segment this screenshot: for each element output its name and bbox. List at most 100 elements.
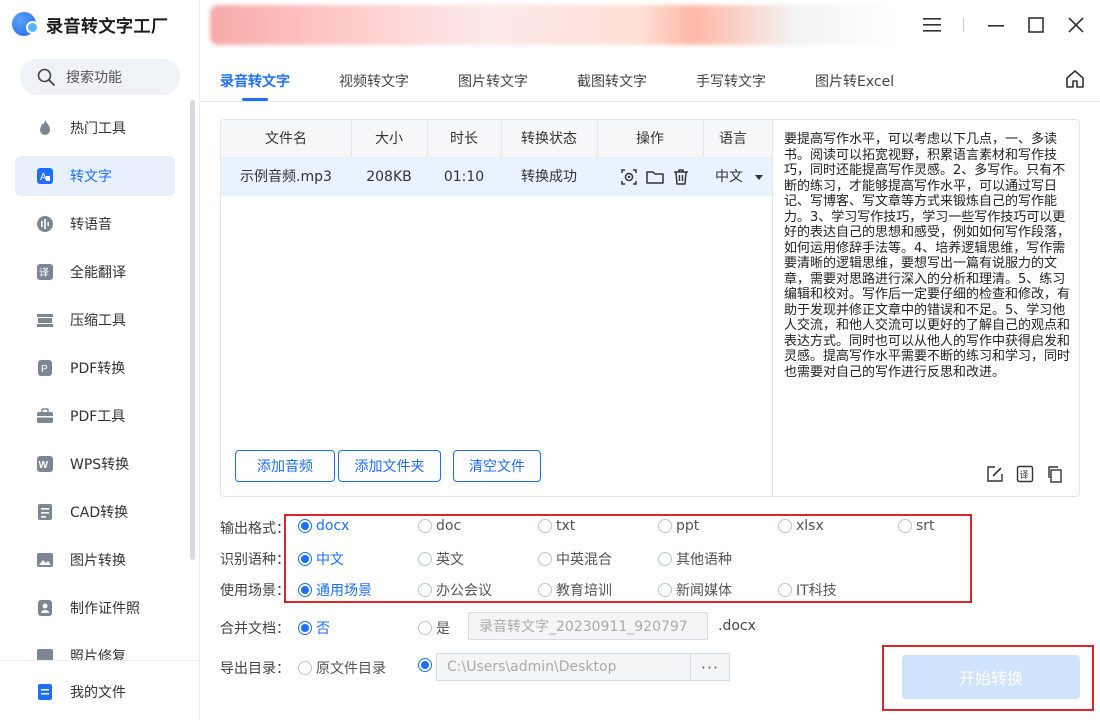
search-icon — [37, 68, 55, 86]
close-button[interactable] — [1064, 12, 1088, 38]
top-bar — [200, 0, 1100, 50]
wps-icon: W — [35, 454, 55, 474]
app-logo: 录音转文字工厂 — [12, 10, 169, 38]
column-header-actions: 操作 — [636, 131, 664, 147]
merge-file-extension: .docx — [718, 618, 756, 634]
search-button[interactable]: 搜索功能 — [20, 59, 180, 95]
sidebar-item-label: 图片转换 — [70, 553, 126, 569]
add-audio-button[interactable]: 添加音频 — [235, 450, 335, 482]
column-header-status: 转换状态 — [521, 131, 577, 147]
preview-icon[interactable] — [619, 167, 639, 187]
transcript-text[interactable]: 要提高写作水平，可以考虑以下几点，一、多读书。阅读可以拓宽视野，积累语言素材和写… — [784, 132, 1074, 432]
column-header-size: 大小 — [375, 131, 403, 147]
sidebar-item-text-convert[interactable]: A 转文字 — [15, 156, 175, 196]
maximize-button[interactable] — [1024, 12, 1048, 38]
start-convert-button[interactable]: 开始转换 — [902, 655, 1080, 699]
language-select[interactable]: 中文 — [715, 158, 743, 196]
sidebar-item-my-files[interactable]: 我的文件 — [15, 672, 175, 712]
export-option-custom-dir[interactable] — [418, 658, 436, 672]
sidebar-item-pdf-tools[interactable]: PDF工具 — [15, 396, 175, 436]
merge-option-yes[interactable]: 是 — [418, 618, 450, 638]
sidebar-item-label: 制作证件照 — [70, 601, 140, 617]
sidebar-item-pdf-convert[interactable]: P PDF转换 — [15, 348, 175, 388]
file-icon — [35, 682, 55, 702]
sidebar-item-image-convert[interactable]: 图片转换 — [15, 540, 175, 580]
start-highlight-box: 开始转换 — [882, 645, 1094, 711]
translate-icon: 译 — [35, 262, 55, 282]
sidebar-item-text-to-speech[interactable]: 转语音 — [15, 204, 175, 244]
toolbox-icon — [35, 406, 55, 426]
maximize-icon — [1028, 17, 1044, 33]
export-option-original-dir[interactable]: 原文件目录 — [298, 658, 386, 678]
sidebar-item-hot-tools[interactable]: 热门工具 — [15, 108, 175, 148]
app-logo-icon — [12, 12, 39, 36]
table-row[interactable]: 示例音频.mp3 208KB 01:10 转换成功 中文 — [221, 158, 772, 196]
merge-documents-label: 合并文档： — [220, 621, 290, 637]
sidebar-item-label: 压缩工具 — [70, 313, 126, 329]
file-duration: 01:10 — [443, 169, 485, 185]
sidebar-item-label: PDF工具 — [70, 409, 126, 425]
options-highlight-box — [284, 514, 972, 603]
merge-filename-input[interactable]: 录音转文字_20230911_920797 — [468, 612, 708, 640]
tab-screenshot-to-text[interactable]: 截图转文字 — [577, 71, 647, 91]
sidebar-item-id-photo[interactable]: 制作证件照 — [15, 588, 175, 628]
menu-button[interactable] — [920, 12, 944, 38]
column-header-filename: 文件名 — [265, 131, 307, 147]
file-list-pane: 文件名 大小 时长 转换状态 操作 语言 示例音频.mp3 208KB 01:1… — [221, 120, 773, 496]
sidebar-item-label: CAD转换 — [70, 505, 129, 521]
app-title: 录音转文字工厂 — [46, 16, 169, 37]
tab-video-to-text[interactable]: 视频转文字 — [339, 71, 409, 91]
clear-files-button[interactable]: 清空文件 — [453, 450, 541, 482]
sidebar-item-label: 转语音 — [70, 217, 112, 233]
svg-text:W: W — [39, 460, 49, 471]
close-icon — [1068, 17, 1084, 33]
export-path-input[interactable]: C:\Users\admin\Desktop — [436, 653, 691, 681]
radio-icon — [418, 658, 432, 672]
radio-icon — [298, 621, 312, 635]
flame-icon — [35, 118, 55, 138]
tab-handwriting-to-text[interactable]: 手写转文字 — [696, 71, 766, 91]
sidebar-item-wps-convert[interactable]: W WPS转换 — [15, 444, 175, 484]
export-directory-label: 导出目录： — [220, 661, 290, 677]
sidebar-scrollbar[interactable] — [190, 100, 195, 560]
sidebar-item-label: PDF转换 — [70, 361, 126, 377]
sidebar-item-label: WPS转换 — [70, 457, 130, 473]
svg-text:译: 译 — [1020, 470, 1029, 481]
sidebar-item-label: 我的文件 — [70, 685, 126, 701]
minimize-button[interactable] — [984, 12, 1008, 38]
tab-image-to-excel[interactable]: 图片转Excel — [815, 71, 894, 91]
image-icon — [35, 550, 55, 570]
file-status: 转换成功 — [521, 169, 577, 185]
file-size: 208KB — [366, 169, 412, 185]
chevron-down-icon[interactable] — [755, 175, 763, 180]
tab-bar: 录音转文字 视频转文字 图片转文字 截图转文字 手写转文字 图片转Excel — [200, 60, 1100, 102]
folder-icon[interactable] — [645, 167, 665, 187]
tab-image-to-text[interactable]: 图片转文字 — [458, 71, 528, 91]
sidebar-item-cad-convert[interactable]: CAD转换 — [15, 492, 175, 532]
promo-banner[interactable] — [210, 5, 900, 45]
compress-icon — [35, 310, 55, 330]
copy-icon[interactable] — [1046, 465, 1064, 483]
sidebar-item-translate[interactable]: 译 全能翻译 — [15, 252, 175, 292]
home-icon[interactable] — [1064, 68, 1086, 90]
pdf-convert-icon: P — [35, 358, 55, 378]
column-header-duration: 时长 — [450, 131, 478, 147]
delete-icon[interactable] — [671, 167, 691, 187]
merge-option-no[interactable]: 否 — [298, 618, 330, 638]
sidebar-item-compress[interactable]: 压缩工具 — [15, 300, 175, 340]
voice-icon — [35, 214, 55, 234]
output-format-label: 输出格式： — [220, 521, 290, 537]
translate-icon[interactable]: 译 — [1016, 465, 1034, 483]
id-photo-icon — [35, 598, 55, 618]
tab-audio-to-text[interactable]: 录音转文字 — [220, 71, 290, 101]
usage-scene-label: 使用场景： — [220, 583, 290, 599]
sidebar-nav: 热门工具 A 转文字 转语音 译 全能翻译 压缩工具 P PDF转换 PDF工具… — [15, 108, 175, 684]
add-folder-button[interactable]: 添加文件夹 — [338, 450, 441, 482]
menu-icon — [923, 18, 941, 32]
radio-icon — [298, 661, 312, 675]
column-header-language: 语言 — [719, 131, 747, 147]
minimize-icon — [988, 25, 1004, 27]
radio-icon — [418, 621, 432, 635]
browse-button[interactable]: ··· — [690, 653, 730, 681]
edit-icon[interactable] — [986, 465, 1004, 483]
